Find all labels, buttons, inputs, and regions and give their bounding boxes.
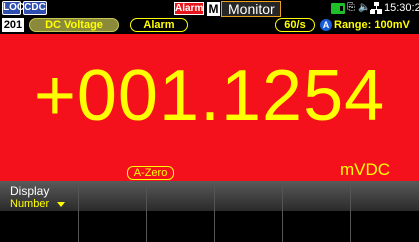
channel-number: 201: [2, 18, 24, 32]
softkey-5[interactable]: [283, 181, 351, 242]
softkey-bar: Display Number: [0, 181, 419, 242]
status-bar: LOC CDC Alarm M Monitor ⎘ 🔈 15:30:23: [0, 0, 419, 17]
range-indicator: Range: 100mV: [334, 19, 410, 31]
softkey-3[interactable]: [147, 181, 215, 242]
reading-panel: +001.1254 A-Zero mVDC: [0, 34, 419, 181]
softkey-2[interactable]: [79, 181, 147, 242]
info-row: 201 DC Voltage Alarm 60/s A Range: 100mV: [0, 17, 419, 33]
softkey-title: Display: [10, 184, 50, 198]
lan-icon: [370, 2, 382, 15]
alarm-indicator: Alarm: [174, 2, 204, 15]
auto-range-icon: A: [320, 19, 332, 31]
softkey-4[interactable]: [215, 181, 283, 242]
speaker-icon: 🔈: [358, 2, 371, 13]
dropdown-caret-icon: [57, 202, 65, 207]
usb-icon: ⎘: [347, 2, 355, 13]
function-tab[interactable]: DC Voltage: [29, 18, 119, 32]
mode-indicator: M: [207, 2, 220, 16]
loc-indicator: LOC: [2, 1, 25, 15]
softkey-display[interactable]: Display Number: [0, 181, 79, 242]
softkey-background: [79, 181, 146, 211]
softkey-background: [351, 181, 419, 211]
softkey-6[interactable]: [351, 181, 419, 242]
monitor-tab[interactable]: Monitor: [221, 1, 281, 17]
alarm-tab[interactable]: Alarm: [130, 18, 188, 32]
softkey-background: [147, 181, 214, 211]
measurement-unit: mVDC: [340, 160, 391, 179]
softkey-background: [215, 181, 282, 211]
system-icon: [331, 3, 345, 14]
measurement-value: +001.1254: [33, 56, 386, 136]
rate-indicator: 60/s: [275, 18, 315, 32]
cdc-indicator: CDC: [23, 1, 47, 15]
softkey-background: [283, 181, 350, 211]
azero-indicator: A-Zero: [127, 166, 174, 180]
softkey-value: Number: [10, 198, 50, 210]
clock: 15:30:23: [384, 2, 419, 14]
